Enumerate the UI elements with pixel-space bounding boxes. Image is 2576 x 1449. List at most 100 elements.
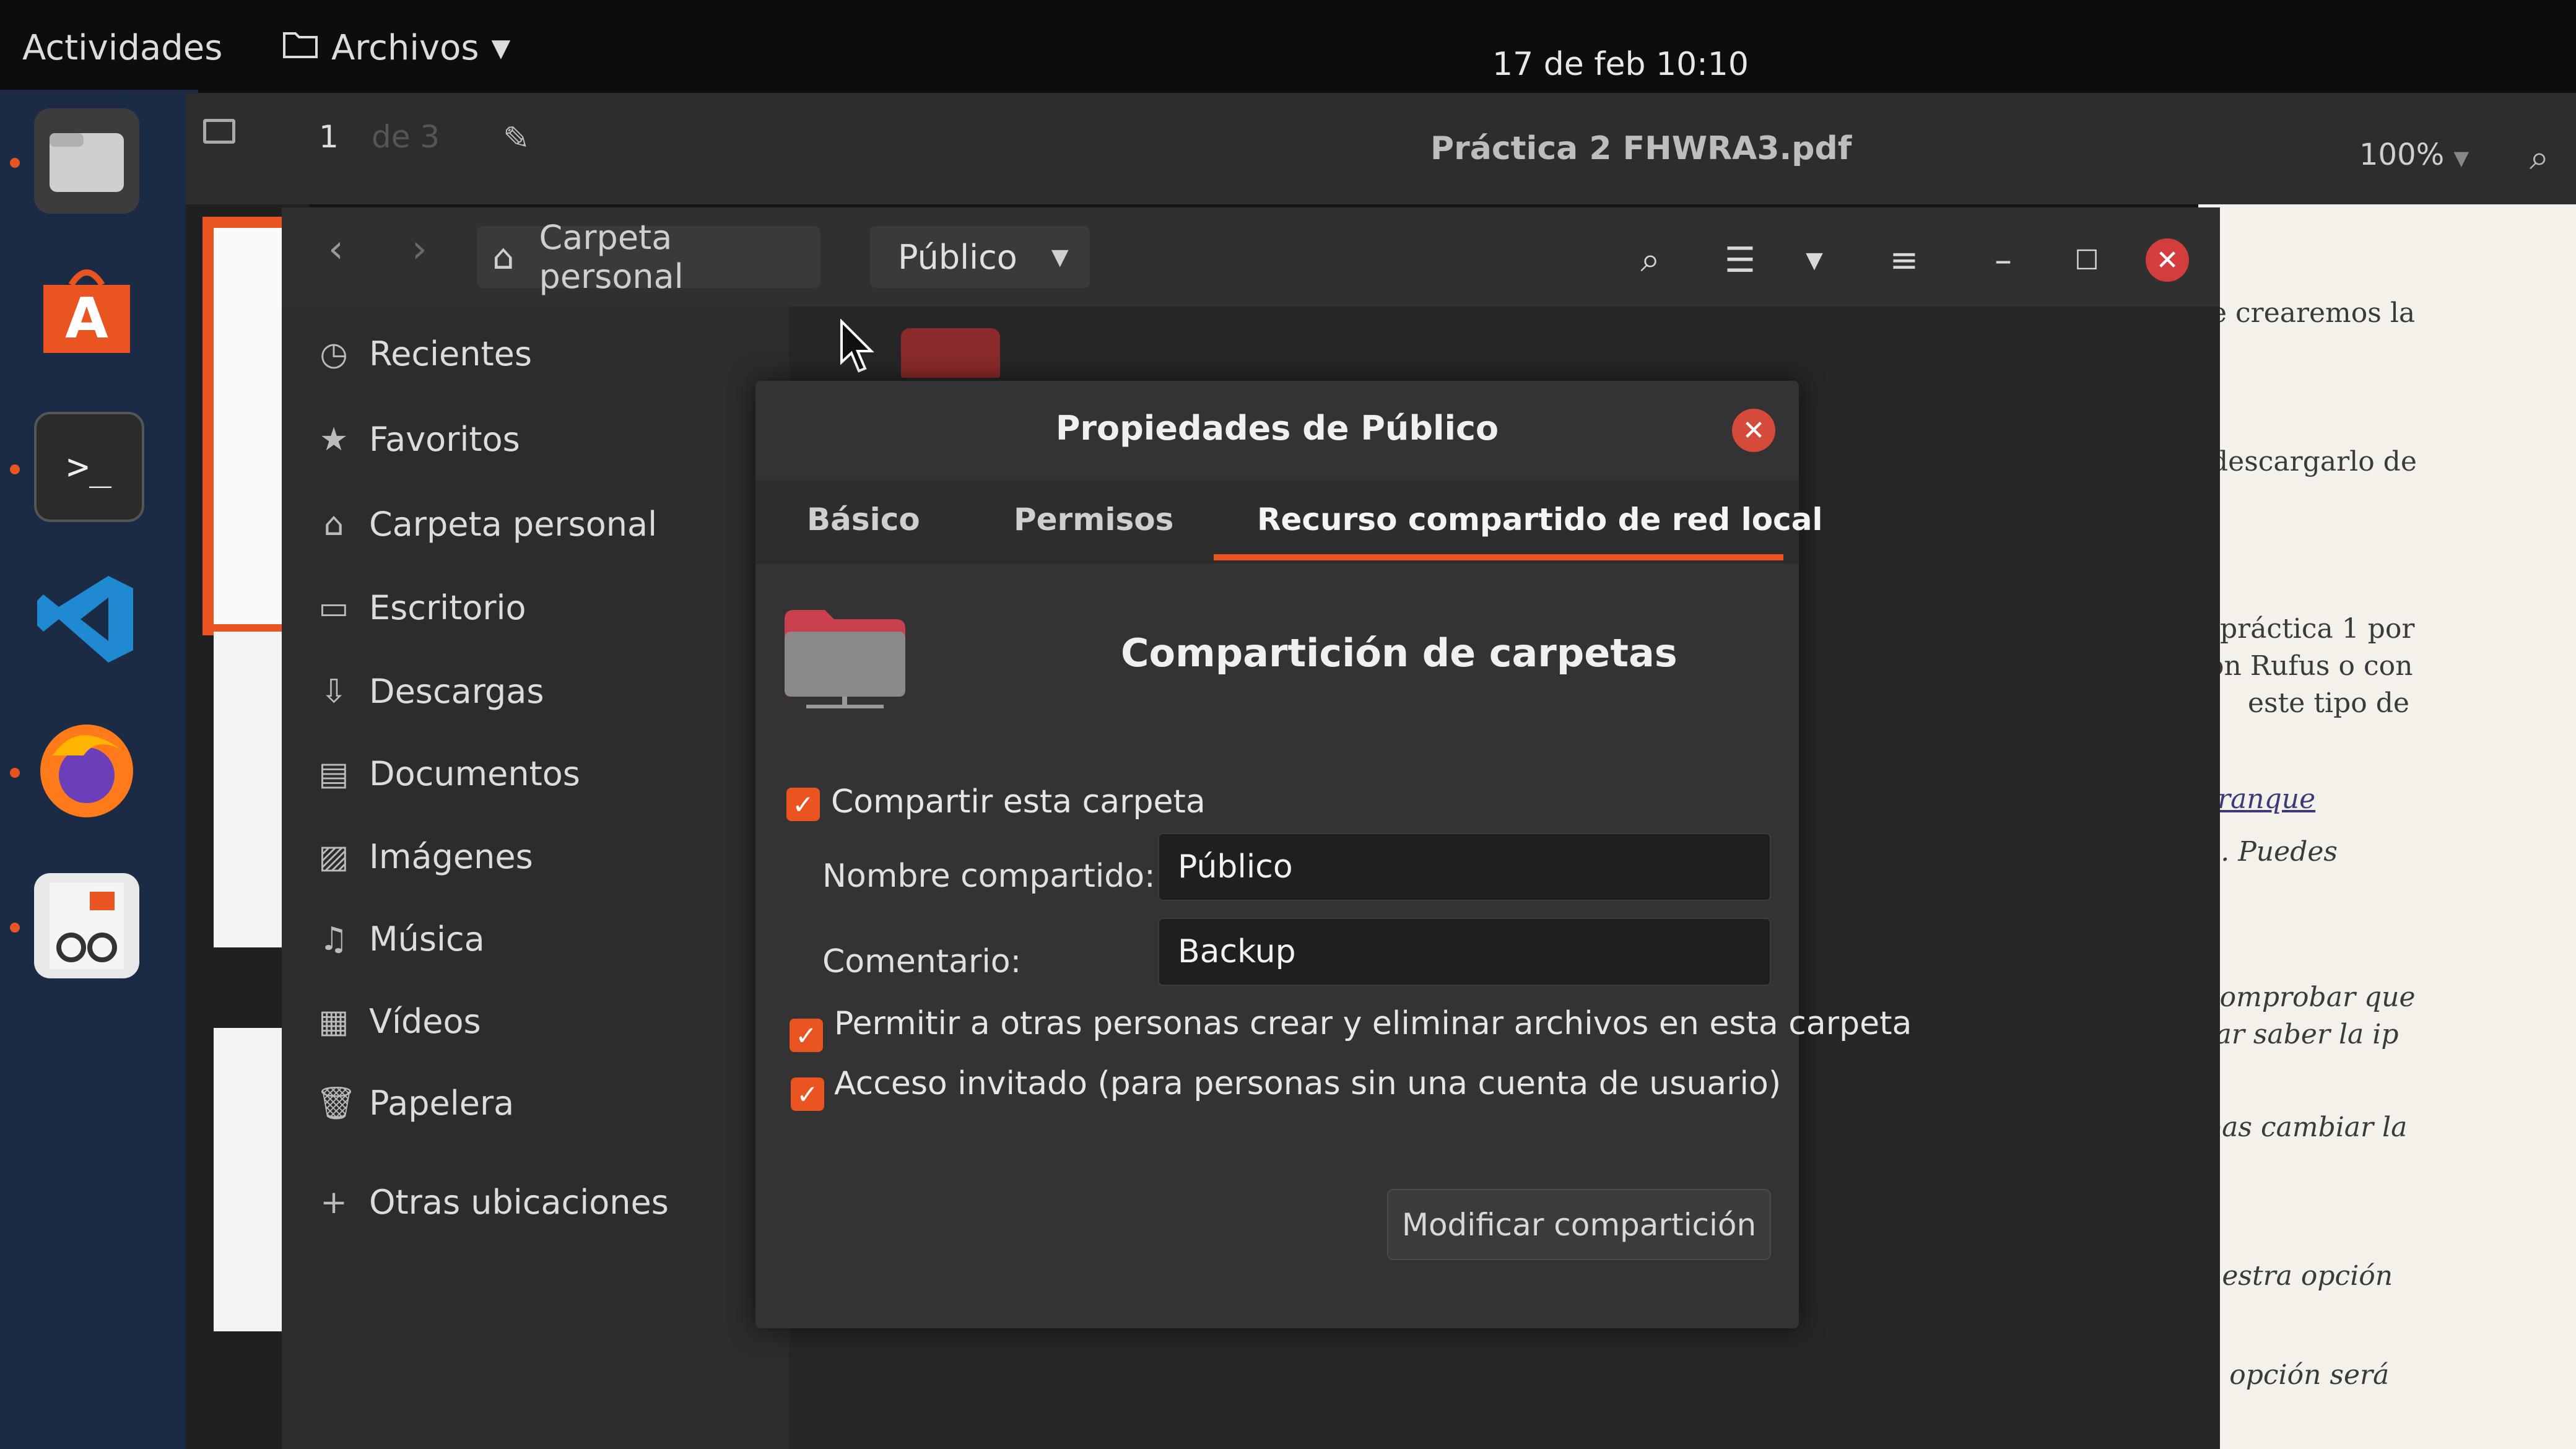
close-icon: ✕ [2156, 244, 2179, 276]
sidebar-item-label: Imágenes [369, 837, 533, 876]
mouse-pointer-icon [839, 318, 876, 377]
share-name-value: Público [1178, 848, 1293, 886]
files-sidebar [282, 307, 790, 1449]
sidebar-item-papelera[interactable]: 🗑 Papelera [316, 1084, 514, 1123]
view-options-button[interactable]: ▼ [1777, 229, 1852, 291]
software-center-icon[interactable]: A [34, 257, 139, 362]
sidebar-item-label: Carpeta personal [369, 505, 658, 544]
checkmark-icon: ✓ [792, 789, 814, 820]
back-arrow-icon[interactable]: ‹ [328, 226, 344, 271]
share-name-label: Nombre compartido: [822, 858, 1155, 895]
sidebar-item-imagenes[interactable]: ▨ Imágenes [316, 837, 533, 876]
download-icon: ⇩ [320, 672, 347, 710]
breadcrumb-current-label: Público [898, 237, 1017, 277]
terminal-icon[interactable]: >_ [34, 412, 144, 522]
search-button[interactable]: ⌕ [1613, 229, 1687, 291]
pdf-line: e crearemos la [2211, 297, 2416, 329]
document-icon: ▤ [318, 755, 349, 793]
chevron-down-icon: ▼ [1806, 247, 1823, 273]
pdf-zoom-value: 100% [2359, 137, 2445, 172]
sidebar-item-favoritos[interactable]: ★ Favoritos [316, 420, 520, 459]
hamburger-menu-icon: ≡ [1889, 240, 1919, 281]
music-icon: ♫ [319, 920, 349, 958]
sidebar-toggle-icon[interactable] [203, 119, 235, 144]
menu-button[interactable]: ≡ [1867, 229, 1941, 291]
sidebar-item-label: Favoritos [369, 420, 520, 459]
pdf-page-number[interactable]: 1 [319, 119, 339, 155]
share-folder-label[interactable]: Compartir esta carpeta [831, 783, 1206, 820]
share-folder-checkbox[interactable]: ✓ [786, 788, 820, 821]
pdf-line: uestra opción [2204, 1260, 2393, 1292]
desktop-icon: ▭ [318, 589, 349, 627]
comment-label: Comentario: [822, 943, 1022, 980]
firefox-icon[interactable] [34, 718, 139, 824]
app-menu[interactable]: Archivos ▼ [282, 28, 510, 68]
window-close-button[interactable]: ✕ [2146, 238, 2189, 282]
files-app-icon[interactable] [34, 108, 139, 214]
allow-others-label[interactable]: Permitir a otras personas crear y elimin… [834, 1005, 1912, 1042]
document-viewer-icon[interactable] [34, 873, 139, 978]
annotate-pen-icon[interactable]: ✎ [503, 120, 530, 157]
minimize-icon: – [1995, 240, 2012, 281]
sidebar-item-label: Papelera [369, 1084, 515, 1123]
guest-access-label[interactable]: Acceso invitado (para personas sin una c… [834, 1065, 1781, 1102]
activities-button[interactable]: Actividades [22, 28, 222, 68]
pdf-line: práctica 1 por [2220, 613, 2415, 645]
pdf-line: descargarlo de [2211, 446, 2417, 477]
folder-icon[interactable] [901, 328, 1000, 378]
list-view-icon: ☰ [1724, 240, 1756, 281]
pdf-page: e crearemos la descargarlo de práctica 1… [2198, 204, 2576, 1449]
tab-permisos[interactable]: Permisos [1014, 502, 1173, 537]
home-icon: ⌂ [492, 237, 515, 277]
share-name-field[interactable]: Público [1158, 833, 1771, 901]
pdf-line: on Rufus o con [2208, 650, 2413, 682]
app-menu-label: Archivos [331, 28, 479, 68]
pdf-page-of: de 3 [372, 119, 440, 155]
modify-sharing-button[interactable]: Modificar compartición [1387, 1189, 1771, 1260]
allow-others-checkbox[interactable]: ✓ [790, 1019, 823, 1052]
sidebar-item-carpeta-personal[interactable]: ⌂ Carpeta personal [316, 505, 657, 544]
pdf-zoom-select[interactable]: 100% ▼ [2359, 137, 2469, 172]
pdf-line: a. Puedes [2204, 836, 2338, 868]
checkmark-icon: ✓ [795, 1020, 817, 1051]
tab-recurso-compartido[interactable]: Recurso compartido de red local [1257, 502, 1823, 537]
dialog-title: Propiedades de Público [1055, 409, 1499, 448]
pdf-title: Práctica 2 FHWRA3.pdf [1430, 130, 1852, 167]
svg-text:A: A [65, 286, 108, 351]
view-list-button[interactable]: ☰ [1703, 229, 1777, 291]
image-icon: ▨ [318, 838, 349, 876]
pdf-line: bas cambiar la [2204, 1112, 2408, 1143]
pdf-viewer-header [186, 93, 2576, 204]
sidebar-item-label: Música [369, 920, 485, 959]
sidebar-item-otras-ubicaciones[interactable]: + Otras ubicaciones [316, 1183, 669, 1222]
sidebar-item-label: Vídeos [369, 1002, 481, 1041]
vscode-icon[interactable] [34, 567, 139, 672]
breadcrumb-home-label: Carpeta personal [539, 218, 684, 296]
clock[interactable]: 17 de feb 10:10 [1492, 46, 1749, 83]
breadcrumb-current[interactable]: Público ▼ [870, 226, 1090, 288]
plus-icon: + [320, 1183, 347, 1221]
maximize-icon: ☐ [2074, 244, 2099, 276]
forward-arrow-icon[interactable]: › [412, 226, 427, 271]
minimize-button[interactable]: – [1966, 229, 2040, 291]
clock-icon: ◷ [320, 335, 348, 373]
trash-icon: 🗑 [316, 1085, 357, 1122]
dialog-close-button[interactable]: ✕ [1732, 409, 1775, 452]
sidebar-item-label: Otras ubicaciones [369, 1183, 669, 1222]
sidebar-item-documentos[interactable]: ▤ Documentos [316, 754, 580, 793]
sidebar-item-musica[interactable]: ♫ Música [316, 920, 485, 959]
sidebar-item-label: Recientes [369, 334, 532, 373]
breadcrumb-home[interactable]: ⌂ Carpeta personal [477, 218, 820, 296]
comment-field[interactable]: Backup [1158, 918, 1771, 986]
maximize-button[interactable]: ☐ [2050, 229, 2124, 291]
sidebar-item-recientes[interactable]: ◷ Recientes [316, 334, 532, 373]
sidebar-item-escritorio[interactable]: ▭ Escritorio [316, 588, 526, 627]
sidebar-item-descargas[interactable]: ⇩ Descargas [316, 672, 544, 711]
chevron-down-icon: ▼ [2453, 146, 2469, 170]
guest-access-checkbox[interactable]: ✓ [791, 1077, 824, 1111]
sidebar-item-videos[interactable]: ▦ Vídeos [316, 1002, 481, 1041]
search-icon[interactable]: ⌕ [2530, 137, 2549, 178]
tab-basico[interactable]: Básico [807, 502, 920, 537]
active-tab-indicator [1214, 554, 1783, 560]
pdf-link[interactable]: rranque [2204, 783, 2315, 815]
